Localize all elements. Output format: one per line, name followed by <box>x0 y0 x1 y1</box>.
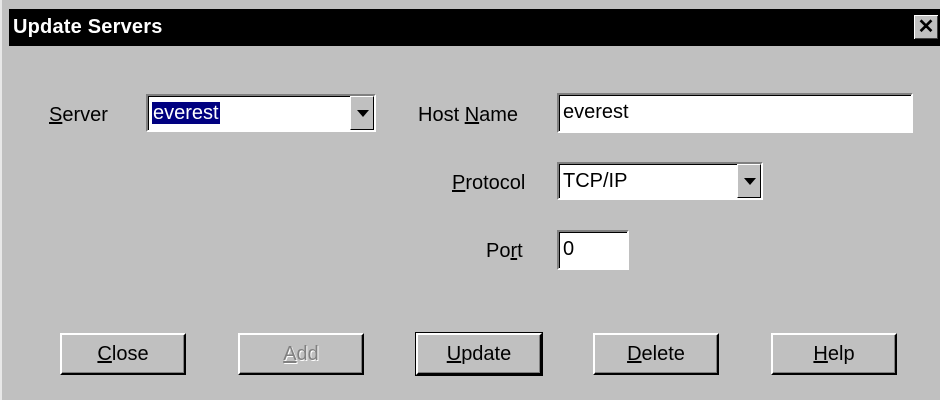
close-button[interactable]: Close <box>60 333 186 375</box>
window-frame-top <box>0 0 940 9</box>
protocol-label: Protocol <box>452 172 526 194</box>
update-button[interactable]: Update <box>415 332 543 376</box>
port-value: 0 <box>563 238 575 260</box>
delete-button[interactable]: Delete <box>593 333 719 375</box>
title-bar[interactable]: Update Servers ✕ <box>9 9 940 46</box>
server-combobox[interactable]: everest <box>146 94 376 132</box>
server-dropdown-icon[interactable] <box>350 96 374 130</box>
server-value: everest <box>152 102 220 124</box>
protocol-combobox[interactable]: TCP/IP <box>557 162 763 200</box>
port-input[interactable]: 0 <box>557 230 629 270</box>
protocol-value: TCP/IP <box>563 170 628 192</box>
host-name-value: everest <box>563 101 629 123</box>
update-servers-dialog: Update Servers ✕ Server everest Host Nam… <box>0 0 940 400</box>
host-name-label: Host Name <box>418 104 519 126</box>
close-window-icon[interactable]: ✕ <box>914 15 938 39</box>
server-label: Server <box>49 104 108 126</box>
window-frame-left <box>0 0 9 400</box>
add-button[interactable]: Add <box>238 333 364 375</box>
port-label: Port <box>486 240 523 262</box>
protocol-dropdown-icon[interactable] <box>737 164 761 198</box>
window-title: Update Servers <box>13 16 163 38</box>
help-button[interactable]: Help <box>771 333 897 375</box>
host-name-input[interactable]: everest <box>557 93 913 133</box>
